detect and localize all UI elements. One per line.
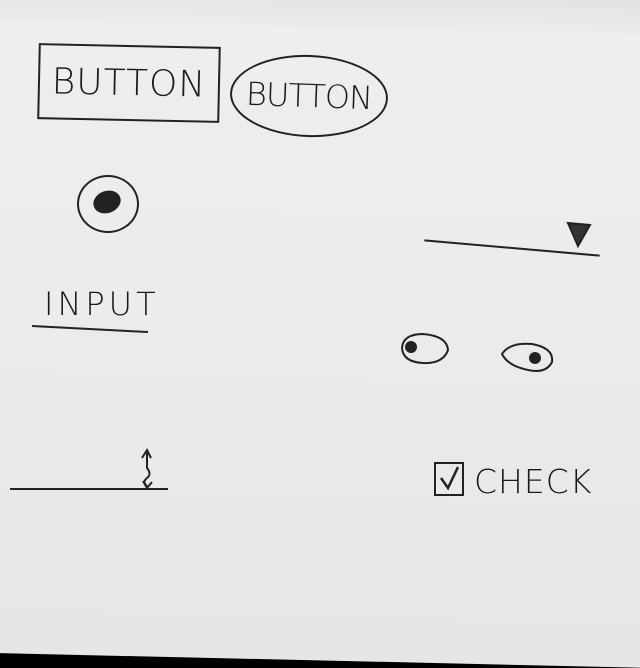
input-label: INPUT <box>44 285 160 323</box>
radio-selected-dot <box>90 186 124 218</box>
eye-icon[interactable] <box>500 340 556 376</box>
paper-top-strip <box>0 0 640 37</box>
check-mark-icon <box>439 466 460 491</box>
rect-button[interactable]: BUTTON <box>37 43 221 123</box>
triangle-down-icon[interactable] <box>565 219 593 249</box>
radio-button[interactable] <box>77 175 139 233</box>
up-down-arrow-icon[interactable] <box>138 446 158 492</box>
rect-button-label: BUTTON <box>51 60 207 106</box>
checkbox[interactable] <box>434 462 464 496</box>
oval-button-label: BUTTON <box>245 74 373 118</box>
checkbox-label: CHECK <box>474 462 593 501</box>
eye-icon[interactable] <box>399 330 451 366</box>
